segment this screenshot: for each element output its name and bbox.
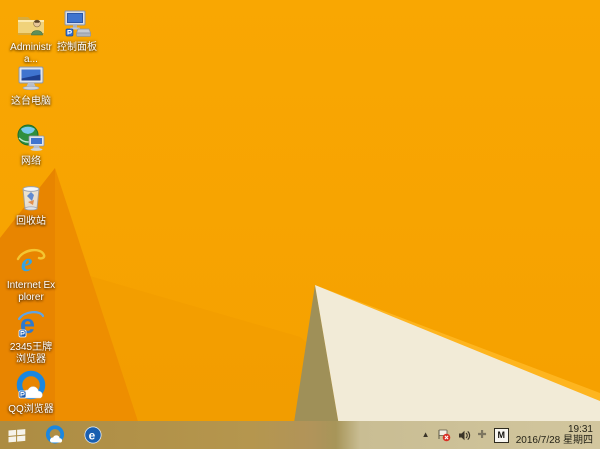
- desktop-icon-qq-browser[interactable]: QQ浏览器: [6, 370, 56, 416]
- taskbar-qq-browser[interactable]: [40, 421, 70, 449]
- windows-start-icon: [8, 428, 26, 442]
- ime-mode-icon[interactable]: M: [493, 427, 509, 443]
- desktop-wallpaper: [0, 0, 600, 449]
- icon-label: Internet Explorer: [6, 280, 56, 303]
- qq-browser-icon: [16, 370, 46, 400]
- clock-time: 19:31: [567, 424, 593, 435]
- desktop-icon-network[interactable]: 网络: [6, 122, 56, 168]
- system-tray: ▲ ✚ M 19:31 2016/7/28 星期四: [422, 421, 596, 449]
- icon-label: 2345王牌浏览器: [9, 342, 53, 365]
- show-hidden-icons-chevron-icon[interactable]: ▲: [422, 431, 430, 439]
- internet-explorer-icon: e: [16, 248, 46, 277]
- taskbar-clock[interactable]: 19:31 2016/7/28 星期四: [516, 424, 596, 446]
- control-panel-icon: [64, 10, 92, 37]
- desktop-icon-internet-explorer[interactable]: e Internet Explorer: [6, 246, 56, 304]
- 2345-browser-icon: e: [84, 426, 102, 444]
- clock-date: 2016/7/28 星期四: [515, 435, 593, 446]
- icon-label: QQ浏览器: [8, 404, 54, 415]
- taskbar-2345-browser[interactable]: e: [78, 421, 108, 449]
- 2345-browser-icon: e: [17, 309, 45, 339]
- desktop: Administra... 控制面板 这台电脑 网络 回收站 e Interne…: [0, 0, 600, 449]
- desktop-icon-recycle-bin[interactable]: 回收站: [6, 182, 56, 228]
- start-button[interactable]: [2, 421, 32, 449]
- network-icon: [17, 124, 45, 151]
- icon-label: 回收站: [16, 216, 46, 227]
- volume-icon[interactable]: [458, 429, 471, 442]
- desktop-icon-this-pc[interactable]: 这台电脑: [6, 62, 56, 108]
- svg-text:e: e: [89, 428, 96, 442]
- computer-icon: [18, 66, 44, 91]
- user-folder-icon: [18, 17, 44, 36]
- desktop-icon-2345-browser[interactable]: e 2345王牌浏览器: [6, 308, 56, 366]
- desktop-icon-administrator-folder[interactable]: Administra...: [6, 8, 56, 66]
- action-center-alert-icon[interactable]: [437, 428, 451, 442]
- icon-label: 网络: [21, 156, 41, 167]
- icon-label: 控制面板: [57, 42, 97, 53]
- icon-label: 这台电脑: [11, 96, 51, 107]
- qq-browser-icon: [45, 425, 65, 444]
- desktop-icon-control-panel[interactable]: 控制面板: [52, 8, 102, 54]
- input-indicator-icon[interactable]: ✚: [478, 429, 487, 441]
- recycle-bin-icon: [22, 186, 40, 211]
- taskbar: e ▲ ✚ M 19:31 2016/7/28 星期四: [0, 421, 600, 449]
